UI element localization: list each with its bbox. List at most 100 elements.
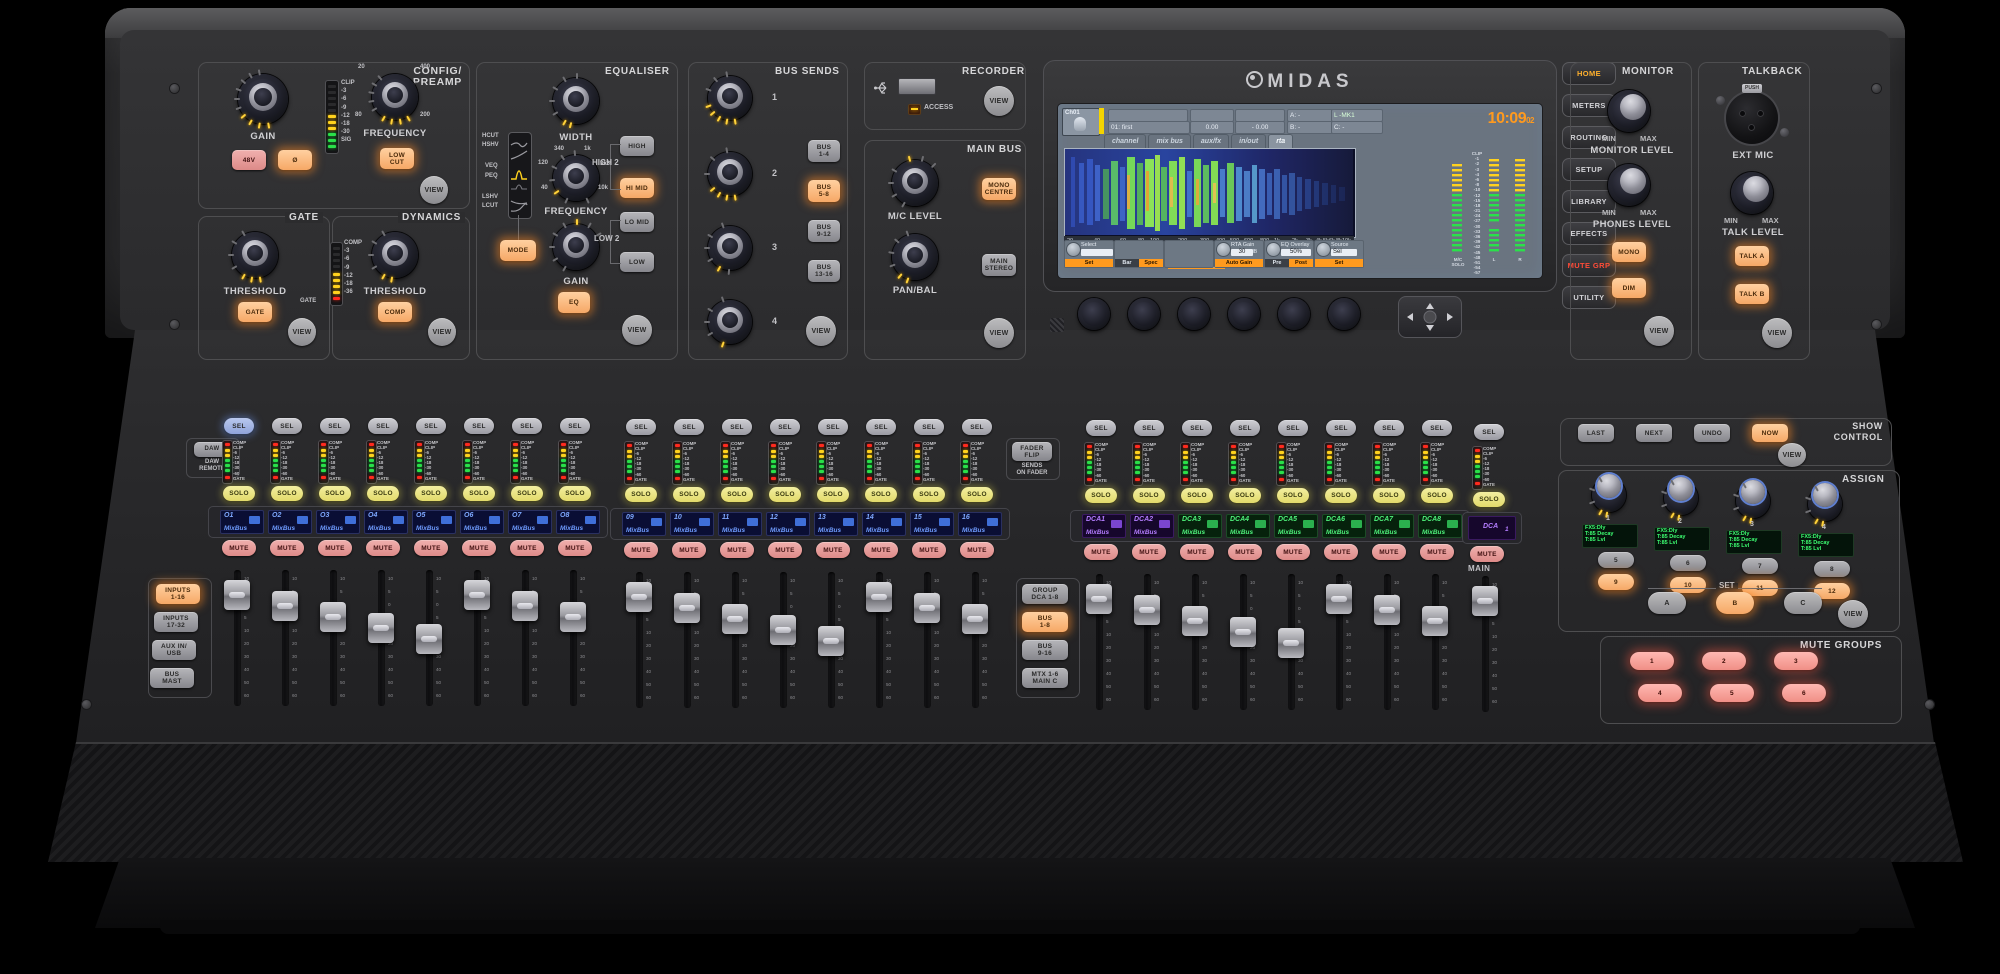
bank-inputs-1-16-button[interactable]: INPUTS 1-16 — [156, 584, 200, 604]
main-fader-handle[interactable] — [1472, 586, 1498, 616]
channel-lcd[interactable]: 11 MixBus — [718, 512, 762, 536]
channel-solo-button[interactable]: SOLO — [721, 487, 753, 502]
channel-solo-button[interactable]: SOLO — [367, 486, 399, 501]
dynamics-view-button[interactable]: VIEW — [428, 318, 456, 346]
channel-solo-button[interactable]: SOLO — [1325, 488, 1357, 503]
bus-5-8-button[interactable]: BUS 5-8 — [808, 180, 840, 202]
channel-solo-button[interactable]: SOLO — [913, 487, 945, 502]
phantom-48v-button[interactable]: 48V — [232, 150, 266, 170]
channel-fader-handle[interactable] — [770, 615, 796, 645]
channel-sel-button[interactable]: SEL — [464, 418, 494, 434]
talk-level-knob[interactable] — [1731, 172, 1773, 214]
soft-cell-select[interactable]: Select Set — [1064, 240, 1114, 268]
channel-lcd[interactable]: O2 MixBus — [268, 510, 312, 534]
channel-fader-handle[interactable] — [416, 624, 442, 654]
channel-solo-button[interactable]: SOLO — [673, 487, 705, 502]
monitor-dim-button[interactable]: DIM — [1612, 278, 1646, 298]
eq-hi-mid-band-button[interactable]: HI MID — [620, 178, 654, 198]
channel-lcd[interactable]: DCA1 MixBus — [1082, 514, 1126, 538]
channel-fader-handle[interactable] — [674, 593, 700, 623]
channel-mute-button[interactable]: MUTE — [366, 540, 400, 556]
mtx-main-button[interactable]: MTX 1-6 MAIN C — [1022, 668, 1068, 688]
mute-group-3-button[interactable]: 3 — [1774, 652, 1818, 670]
channel-lcd[interactable]: DCA6 MixBus — [1322, 514, 1366, 538]
display-encoder-6[interactable] — [1328, 298, 1360, 330]
assign-button-6[interactable]: 6 — [1670, 555, 1706, 571]
channel-mute-button[interactable]: MUTE — [1276, 544, 1310, 560]
channel-sel-button[interactable]: SEL — [1278, 420, 1308, 436]
channel-mute-button[interactable]: MUTE — [270, 540, 304, 556]
channel-mute-button[interactable]: MUTE — [864, 542, 898, 558]
channel-mute-button[interactable]: MUTE — [558, 540, 592, 556]
bus-sends-view-button[interactable]: VIEW — [806, 316, 836, 346]
soft-cell-eq-overlay[interactable]: EQ Overlay 50% Pre Post — [1264, 240, 1314, 268]
soft-cell-source-footer[interactable]: Set — [1315, 259, 1363, 267]
assign-button-8[interactable]: 8 — [1814, 561, 1850, 577]
channel-sel-button[interactable]: SEL — [722, 419, 752, 435]
tab-aux-fx[interactable]: aux/fx — [1193, 134, 1229, 149]
channel-sel-button[interactable]: SEL — [674, 419, 704, 435]
channel-fader-track[interactable] — [972, 572, 979, 708]
channel-sel-button[interactable]: SEL — [770, 419, 800, 435]
soft-cell-post[interactable]: Post — [1289, 259, 1313, 267]
channel-mute-button[interactable]: MUTE — [1228, 544, 1262, 560]
channel-sel-button[interactable]: SEL — [1230, 420, 1260, 436]
channel-fader-handle[interactable] — [962, 604, 988, 634]
channel-lcd[interactable]: O4 MixBus — [364, 510, 408, 534]
channel-solo-button[interactable]: SOLO — [1373, 488, 1405, 503]
channel-mute-button[interactable]: MUTE — [768, 542, 802, 558]
display-encoder-2[interactable] — [1128, 298, 1160, 330]
mute-group-5-button[interactable]: 5 — [1710, 684, 1754, 702]
show-next-button[interactable]: NEXT — [1636, 424, 1672, 442]
channel-solo-button[interactable]: SOLO — [1229, 488, 1261, 503]
channel-lcd[interactable]: O8 MixBus — [556, 510, 600, 534]
display-encoder-3[interactable] — [1178, 298, 1210, 330]
channel-mute-button[interactable]: MUTE — [1132, 544, 1166, 560]
channel-fader-handle[interactable] — [512, 591, 538, 621]
soft-cell-spec[interactable]: Spec — [1139, 259, 1163, 267]
assign-button-7[interactable]: 7 — [1742, 558, 1778, 574]
soft-cell-source[interactable]: Source Sel Set — [1314, 240, 1364, 268]
recorder-view-button[interactable]: VIEW — [984, 86, 1014, 116]
display-encoder-4[interactable] — [1228, 298, 1260, 330]
channel-sel-button[interactable]: SEL — [914, 419, 944, 435]
talkback-view-button[interactable]: VIEW — [1762, 318, 1792, 348]
channel-fader-handle[interactable] — [1422, 606, 1448, 636]
channel-solo-button[interactable]: SOLO — [865, 487, 897, 502]
monitor-view-button[interactable]: VIEW — [1644, 316, 1674, 346]
channel-lcd[interactable]: O5 MixBus — [412, 510, 456, 534]
channel-solo-button[interactable]: SOLO — [463, 486, 495, 501]
main-bus-view-button[interactable]: VIEW — [984, 318, 1014, 348]
channel-solo-button[interactable]: SOLO — [1085, 488, 1117, 503]
channel-fader-handle[interactable] — [464, 580, 490, 610]
eq-mode-button[interactable]: MODE — [500, 240, 536, 261]
channel-fader-handle[interactable] — [1230, 617, 1256, 647]
channel-sel-button[interactable]: SEL — [1326, 420, 1356, 436]
channel-solo-button[interactable]: SOLO — [559, 486, 591, 501]
group-dca-button[interactable]: GROUP DCA 1-8 — [1022, 584, 1068, 604]
soft-cell-rta-gain[interactable]: RTA Gain 30 dB Auto Gain — [1214, 240, 1264, 268]
channel-mute-button[interactable]: MUTE — [1324, 544, 1358, 560]
channel-mute-button[interactable]: MUTE — [912, 542, 946, 558]
channel-solo-button[interactable]: SOLO — [1133, 488, 1165, 503]
channel-solo-button[interactable]: SOLO — [625, 487, 657, 502]
tab-rta[interactable]: rta — [1268, 134, 1293, 149]
channel-lcd[interactable]: DCA5 MixBus — [1274, 514, 1318, 538]
main-sel-button[interactable]: SEL — [1474, 424, 1504, 440]
channel-lcd[interactable]: O1 MixBus — [220, 510, 264, 534]
comp-enable-button[interactable]: COMP — [378, 302, 412, 322]
channel-mute-button[interactable]: MUTE — [672, 542, 706, 558]
display-encoder-1[interactable] — [1078, 298, 1110, 330]
channel-fader-handle[interactable] — [1182, 606, 1208, 636]
show-control-view-button[interactable]: VIEW — [1778, 443, 1806, 467]
channel-lcd[interactable]: DCA4 MixBus — [1226, 514, 1270, 538]
eq-high-band-button[interactable]: HIGH — [620, 136, 654, 156]
channel-mute-button[interactable]: MUTE — [1420, 544, 1454, 560]
channel-lcd[interactable]: O7 MixBus — [508, 510, 552, 534]
main-solo-button[interactable]: SOLO — [1473, 492, 1505, 507]
mute-group-6-button[interactable]: 6 — [1782, 684, 1826, 702]
channel-lcd[interactable]: 10 MixBus — [670, 512, 714, 536]
channel-fader-handle[interactable] — [722, 604, 748, 634]
assign-button-5[interactable]: 5 — [1598, 552, 1634, 568]
channel-solo-button[interactable]: SOLO — [415, 486, 447, 501]
